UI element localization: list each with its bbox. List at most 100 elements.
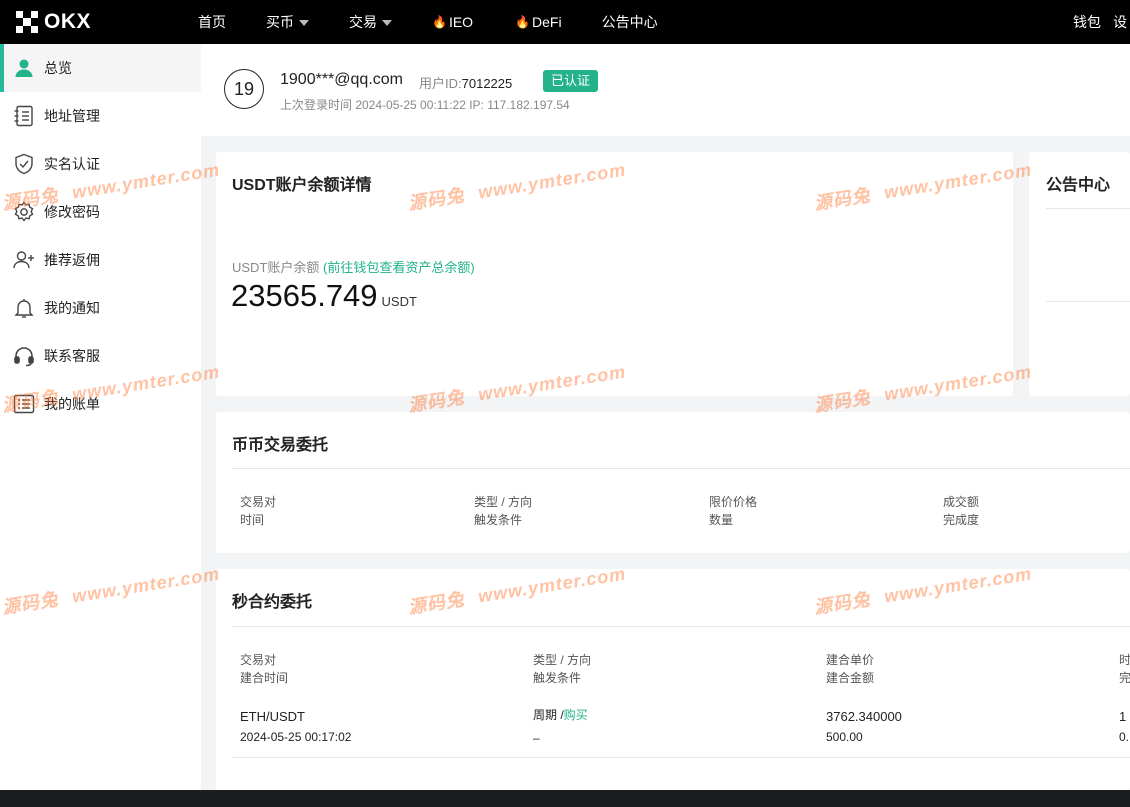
wallet-balance-link[interactable]: (前往钱包查看资产总余额) (323, 260, 475, 275)
sidebar-item-support[interactable]: 联系客服 (0, 332, 201, 380)
brand-name: OKX (44, 10, 92, 33)
nav-wallet-link[interactable]: 钱包 (1073, 12, 1101, 32)
sidebar-item-label: 修改密码 (44, 204, 100, 220)
sidebar-item-label: 总览 (44, 60, 72, 76)
announcements-card: 公告中心 (1029, 152, 1130, 396)
contract-orders-title: 秒合约委托 (232, 594, 313, 611)
order-pair: ETH/USDT (240, 709, 305, 724)
column-header-line: 交易对 (240, 495, 277, 509)
column-header-pair: 交易对 时间 (240, 493, 276, 529)
column-header-line: 完 (1119, 671, 1130, 685)
sidebar-item-verification[interactable]: 实名认证 (0, 140, 201, 188)
nav-item-home[interactable]: 首页 (198, 12, 226, 32)
column-header-line: 限价价格 (709, 495, 758, 509)
gear-icon (12, 200, 36, 224)
column-header-type: 类型 / 方向 触发条件 (474, 493, 532, 529)
column-header-line: 类型 / 方向 (533, 653, 592, 667)
add-user-icon (12, 248, 36, 272)
column-header-line: 触发条件 (533, 671, 582, 685)
address-book-icon (12, 104, 36, 128)
sidebar-item-label: 我的账单 (44, 396, 100, 412)
sidebar-item-referral[interactable]: 推荐返佣 (0, 236, 201, 284)
fire-icon: 🔥 (515, 15, 531, 29)
column-header-line: 建合金额 (826, 671, 875, 685)
user-id: 用户ID:7012225 (419, 73, 512, 92)
user-icon (12, 56, 36, 80)
sidebar: 总览 地址管理 实名认证 修改密码 推荐返佣 我的通知 联系客服 我的账单 (0, 44, 201, 790)
order-type-label: 周期 / (533, 708, 564, 722)
sidebar-item-overview[interactable]: 总览 (0, 44, 201, 92)
column-header-line: 建合单价 (826, 653, 875, 667)
nav-label: 买币 (266, 14, 294, 30)
nav-item-buy[interactable]: 买币 (266, 12, 309, 32)
nav-item-trade[interactable]: 交易 (349, 12, 392, 32)
order-type: 周期 /购买 (533, 705, 588, 725)
column-header-price: 限价价格 数量 (709, 493, 757, 529)
balance-amount: 23565.749 (231, 278, 378, 313)
sidebar-item-label: 我的通知 (44, 300, 100, 316)
sidebar-item-bills[interactable]: 我的账单 (0, 380, 201, 428)
headset-icon (12, 344, 36, 368)
column-header-line: 时间 (240, 513, 265, 527)
chevron-down-icon (299, 20, 309, 26)
announcements-title: 公告中心 (1046, 177, 1111, 194)
balance-label-text: USDT账户余额 (232, 260, 320, 275)
chevron-down-icon (382, 20, 392, 26)
balance-label: USDT账户余额 (前往钱包查看资产总余额) (232, 257, 475, 276)
order-time: 2024-05-25 00:17:02 (240, 730, 352, 744)
profile-header: 19 1900***@qq.com 用户ID:7012225 已认证 上次登录时… (201, 44, 1130, 136)
order-col4a: 1 (1119, 709, 1127, 724)
verified-badge: 已认证 (543, 70, 599, 92)
column-header-line: 完成度 (943, 513, 980, 527)
spot-orders-card: 币币交易委托 交易对时间 类型 / 方向 触发条件 限价价格数量 成交额完成度 (216, 412, 1130, 553)
column-header-type: 类型 / 方向 触发条件 (533, 651, 591, 687)
main-content: 19 1900***@qq.com 用户ID:7012225 已认证 上次登录时… (201, 44, 1130, 790)
nav-label: 交易 (349, 14, 377, 30)
nav-menu: 首页 买币 交易 🔥 IEO 🔥 DeFi 公告中心 (198, 12, 698, 32)
nav-settings-link[interactable]: 设 (1113, 12, 1127, 32)
sidebar-item-label: 推荐返佣 (44, 252, 100, 268)
avatar[interactable]: 19 (224, 69, 264, 109)
order-trigger: – (533, 731, 540, 745)
divider (1046, 208, 1130, 209)
user-id-label: 用户ID: (419, 76, 462, 91)
column-header-line: 数量 (709, 513, 734, 527)
order-direction: 购买 (563, 708, 588, 722)
nav-label: IEO (448, 14, 474, 30)
balance-value: 23565.749 USDT (231, 278, 417, 314)
column-header-line: 交易对 (240, 653, 277, 667)
last-login-info: 上次登录时间 2024-05-25 00:11:22 IP: 117.182.1… (280, 98, 570, 112)
fire-icon: 🔥 (432, 15, 447, 29)
balance-card: USDT账户余额详情 USDT账户余额 (前往钱包查看资产总余额) 23565.… (216, 152, 1013, 396)
sidebar-item-notifications[interactable]: 我的通知 (0, 284, 201, 332)
column-header-pair: 交易对 建合时间 (240, 651, 288, 687)
column-header-line: 成交额 (943, 495, 980, 509)
contract-orders-card: 秒合约委托 交易对 建合时间 类型 / 方向 触发条件 建合单价建合金额 时完 ET… (216, 569, 1130, 790)
user-email: 1900***@qq.com (280, 71, 403, 88)
nav-label: 首页 (198, 14, 226, 30)
column-header-amount: 成交额 完成度 (943, 493, 979, 529)
page-footer (0, 790, 1130, 807)
column-header-time: 时完 (1119, 651, 1130, 687)
nav-label: 公告中心 (601, 14, 658, 30)
nav-item-ieo[interactable]: 🔥 IEO (432, 14, 473, 30)
sidebar-item-password[interactable]: 修改密码 (0, 188, 201, 236)
okx-logo[interactable]: OKX (16, 10, 186, 34)
spot-orders-title: 币币交易委托 (232, 437, 329, 454)
balance-card-title: USDT账户余额详情 (232, 177, 372, 194)
column-header-line: 时 (1119, 653, 1130, 667)
shield-check-icon (12, 152, 36, 176)
balance-unit: USDT (381, 294, 417, 309)
bell-icon (12, 296, 36, 320)
column-header-line: 类型 / 方向 (474, 495, 533, 509)
column-header-price: 建合单价 建合金额 (826, 651, 874, 687)
nav-item-defi[interactable]: 🔥 DeFi (515, 14, 562, 30)
sidebar-item-address[interactable]: 地址管理 (0, 92, 201, 140)
order-col4b: 0. (1119, 730, 1130, 744)
user-id-value: 7012225 (461, 76, 513, 91)
okx-logo-icon (16, 11, 38, 33)
divider (232, 757, 1130, 758)
sidebar-item-label: 联系客服 (44, 348, 100, 364)
column-header-line: 触发条件 (474, 513, 523, 527)
nav-item-announcements[interactable]: 公告中心 (602, 12, 658, 32)
